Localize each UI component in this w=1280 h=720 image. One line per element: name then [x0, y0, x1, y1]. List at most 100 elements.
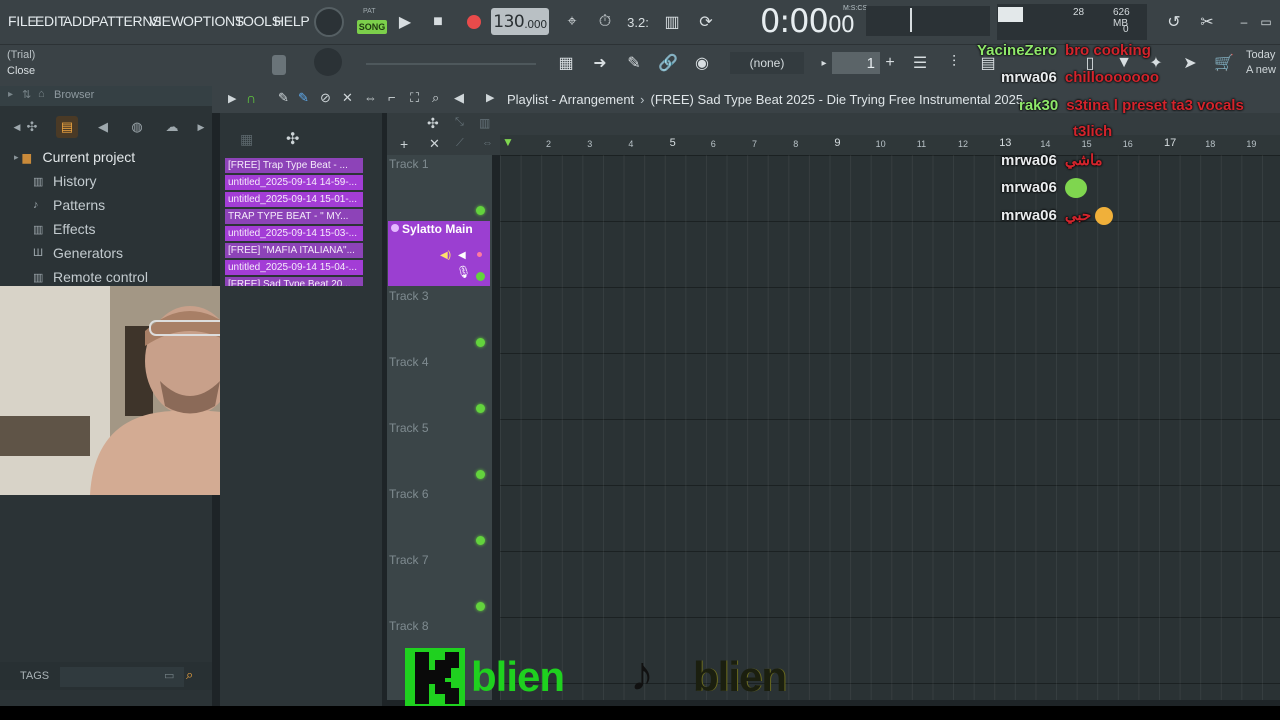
slice-tool-icon[interactable]: ⌐	[388, 90, 396, 105]
nav-right-icon[interactable]: ▶	[190, 116, 212, 138]
files-icon[interactable]: ▤	[56, 116, 78, 138]
clip-item[interactable]: untitled_2025-09-14 15-04-...	[225, 260, 363, 275]
step-edit-icon[interactable]: ▥	[658, 9, 686, 35]
track-solo-icon[interactable]	[477, 252, 482, 257]
clip-item[interactable]: TRAP TYPE BEAT - " MY...	[225, 209, 363, 224]
clip-item[interactable]: untitled_2025-09-14 15-03-...	[225, 226, 363, 241]
picker-grid-icon[interactable]: ▦	[240, 131, 253, 148]
collapse-icon[interactable]: ✣	[21, 116, 43, 138]
news-panel[interactable]: Today A new	[1246, 48, 1276, 78]
track-header-main[interactable]: Sylatto Main ◀) ◀ 🎙	[388, 221, 490, 286]
track-collapse-icon[interactable]: ⤡	[455, 116, 464, 129]
tree-remote-control[interactable]: ▥ Remote control	[33, 269, 148, 285]
track-active-led[interactable]	[476, 206, 485, 215]
track-active-led[interactable]	[476, 404, 485, 413]
track-name[interactable]: Track 7	[389, 553, 429, 567]
master-slider[interactable]	[366, 63, 536, 65]
lock-icon[interactable]	[272, 55, 286, 75]
maximize-icon[interactable]: ▭	[1252, 9, 1280, 35]
mixer-icon[interactable]: ⫶	[940, 50, 968, 76]
send-icon[interactable]: ➤	[1176, 50, 1204, 76]
link-icon[interactable]: 🔗	[654, 50, 682, 76]
track-audio-icon[interactable]: ◀)	[440, 250, 451, 261]
add-track-icon[interactable]: +	[400, 136, 408, 152]
remove-track-icon[interactable]: ✕	[429, 136, 440, 152]
folder-browse-icon[interactable]: ▭	[164, 669, 174, 682]
menu-help[interactable]: HELP	[274, 13, 310, 29]
tree-history[interactable]: ▥ History	[33, 173, 97, 189]
track-swap-icon[interactable]: ⇔	[482, 137, 493, 149]
microphone-icon[interactable]: 🎙	[456, 265, 471, 279]
pattern-number[interactable]: 1	[832, 52, 880, 74]
playhead-marker-icon[interactable]: ▼	[502, 135, 514, 149]
menu-file[interactable]: FILE	[8, 13, 37, 29]
track-name[interactable]: Track 4	[389, 355, 429, 369]
paint-tool-icon[interactable]: ✎	[298, 90, 309, 106]
pattern-add-icon[interactable]: +	[876, 50, 904, 76]
delete-tool-icon[interactable]: ⊘	[320, 90, 331, 106]
playlist-icon[interactable]: ☰	[906, 50, 934, 76]
master-pitch-knob[interactable]	[314, 48, 342, 76]
track-name[interactable]: Track 3	[389, 289, 429, 303]
zoom-tool-icon[interactable]: ⌕	[432, 90, 439, 106]
track-active-led[interactable]	[476, 536, 485, 545]
track-name[interactable]: Track 6	[389, 487, 429, 501]
plugin-icon[interactable]: ◉	[688, 50, 716, 76]
clip-item[interactable]: [FREE] Sad Type Beat 20...	[225, 277, 363, 286]
playlist-menu-icon[interactable]: ▶	[228, 92, 236, 105]
master-volume-knob[interactable]	[314, 7, 344, 37]
picker-wave-icon[interactable]: ✣	[286, 129, 299, 149]
slip-tool-icon[interactable]: ⇔	[364, 90, 377, 105]
pat-song-toggle[interactable]: PAT SONG	[356, 8, 388, 36]
tempo-display[interactable]: 130.000	[491, 8, 549, 35]
track-tool-icon[interactable]: ⟋	[456, 137, 464, 150]
tree-effects[interactable]: ▥ Effects	[33, 221, 96, 237]
select-tool-icon[interactable]: ⛶	[410, 90, 419, 106]
track-mute-icon[interactable]: ◀	[458, 250, 466, 261]
playback-tool-icon[interactable]: ◀	[454, 90, 464, 106]
tree-generators[interactable]: Ш Generators	[33, 245, 123, 261]
tree-current-project[interactable]: ▸ ▆ Current project	[14, 149, 135, 165]
menu-add[interactable]: ADD	[63, 13, 92, 29]
track-expand-icon[interactable]: ✣	[427, 115, 439, 132]
track-record-icon[interactable]	[391, 224, 399, 232]
snap-icon[interactable]: ⌂	[38, 88, 45, 100]
piano-roll-icon[interactable]: ▦	[552, 50, 580, 76]
menu-edit[interactable]: EDIT	[35, 13, 66, 29]
globe-icon[interactable]: ◍	[126, 116, 148, 138]
browser-menu-icon[interactable]: ▸	[8, 89, 13, 100]
pattern-selector[interactable]: (none)	[730, 52, 804, 74]
clip-item[interactable]: [FREE] Trap Type Beat - ...	[225, 158, 363, 173]
track-name[interactable]: Track 1	[389, 157, 429, 171]
track-name[interactable]: Track 8	[389, 619, 429, 633]
loop-record-icon[interactable]: ⟳	[692, 9, 720, 35]
track-active-led[interactable]	[476, 272, 485, 281]
record-button[interactable]	[460, 9, 488, 35]
speaker-icon[interactable]: ◀	[92, 116, 114, 138]
draw-tool-icon[interactable]: ✎	[278, 90, 289, 106]
playlist-grid[interactable]	[500, 155, 1280, 700]
wait-input-icon[interactable]: ⏱	[591, 9, 619, 35]
menu-view[interactable]: VIEW	[149, 13, 184, 29]
timeline-ruler[interactable]	[500, 135, 1280, 155]
clip-item[interactable]: untitled_2025-09-14 15-01-...	[225, 192, 363, 207]
cart-icon[interactable]: 🛒	[1210, 50, 1238, 76]
undo-history-icon[interactable]: ↺	[1160, 9, 1188, 35]
cloud-icon[interactable]: ☁	[161, 116, 183, 138]
track-active-led[interactable]	[476, 602, 485, 611]
play-button[interactable]: ▶	[391, 9, 419, 35]
clip-item[interactable]: [FREE] "MAFIA ITALIANA"...	[225, 243, 363, 258]
countdown-display[interactable]: 3.2:	[624, 9, 652, 35]
clip-item[interactable]: untitled_2025-09-14 14-59-...	[225, 175, 363, 190]
stop-button[interactable]: ■	[424, 9, 452, 35]
mute-tool-icon[interactable]: ✕	[342, 90, 353, 106]
pin-icon[interactable]: ⇅	[22, 88, 31, 101]
cut-tool-icon[interactable]: ✂	[1193, 9, 1221, 35]
track-active-led[interactable]	[476, 470, 485, 479]
track-active-led[interactable]	[476, 338, 485, 347]
tree-patterns[interactable]: ♪ Patterns	[33, 197, 105, 213]
metronome-icon[interactable]: ⌖	[558, 9, 586, 35]
track-view-icon[interactable]: ▥	[479, 116, 490, 130]
track-name[interactable]: Track 5	[389, 421, 429, 435]
magnet-icon[interactable]: ∩	[246, 90, 256, 106]
